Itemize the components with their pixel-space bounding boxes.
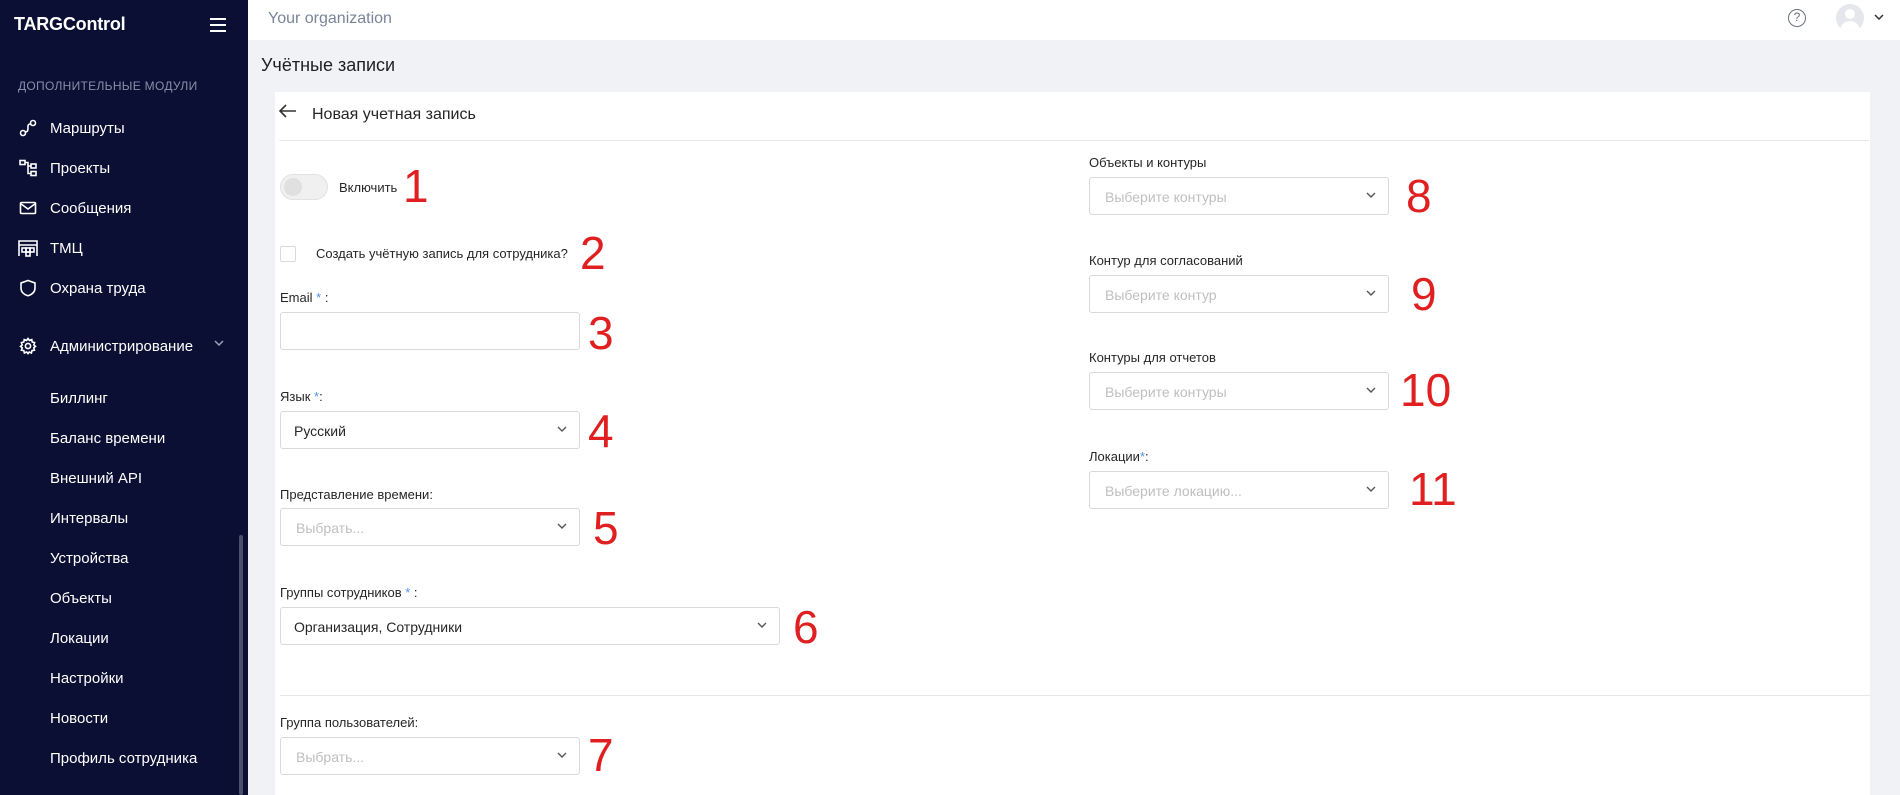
user-group-select[interactable]: Выбрать... [280, 737, 580, 775]
employee-groups-select[interactable]: Организация, Сотрудники [280, 607, 780, 645]
chevron-down-icon [557, 523, 567, 529]
sidebar-subitem-locations[interactable]: Локации [50, 627, 109, 651]
sidebar-subitem-time-balance[interactable]: Баланс времени [50, 427, 165, 451]
locations-select[interactable]: Выберите локацию... [1089, 471, 1389, 509]
approval-contour-label: Контур для согласований [1089, 253, 1243, 268]
hamburger-menu-icon[interactable] [210, 18, 226, 32]
annotation-number: 10 [1400, 364, 1452, 416]
avatar[interactable] [1836, 4, 1864, 32]
enable-toggle[interactable] [280, 174, 328, 200]
chevron-down-icon[interactable] [214, 340, 224, 346]
envelope-icon [18, 198, 38, 218]
report-contours-select[interactable]: Выберите контуры [1089, 372, 1389, 410]
email-field[interactable] [280, 312, 580, 350]
chevron-down-icon [1366, 486, 1376, 492]
sidebar-scrollbar[interactable] [239, 535, 243, 795]
back-arrow-icon[interactable] [279, 104, 297, 118]
sidebar-item-messages[interactable]: Сообщения [18, 194, 228, 222]
chevron-down-icon [1366, 387, 1376, 393]
help-icon[interactable]: ? [1788, 9, 1806, 27]
sidebar-subitem-external-api[interactable]: Внешний API [50, 467, 142, 491]
annotation-number: 7 [588, 729, 614, 781]
annotation-number: 4 [588, 405, 614, 457]
sidebar-subitem-news[interactable]: Новости [50, 707, 108, 731]
sidebar-subitem-objects[interactable]: Объекты [50, 587, 112, 611]
objects-select[interactable]: Выберите контуры [1089, 177, 1389, 215]
employee-account-checkbox-label: Создать учётную запись для сотрудника? [316, 246, 568, 261]
sidebar-item-label: Охрана труда [50, 279, 146, 297]
sidebar-subitem-devices[interactable]: Устройства [50, 547, 128, 571]
email-label: Email * : [280, 290, 329, 305]
chevron-down-icon [557, 426, 567, 432]
language-select-value: Русский [294, 423, 346, 439]
sidebar-item-label: ТМЦ [50, 239, 83, 257]
sidebar-subitem-settings[interactable]: Настройки [50, 667, 124, 691]
chevron-down-icon [1366, 192, 1376, 198]
objects-placeholder: Выберите контуры [1105, 189, 1227, 205]
enable-toggle-label: Включить [339, 180, 398, 195]
warehouse-icon [18, 238, 38, 258]
form-title: Новая учетная запись [312, 106, 476, 123]
user-group-label: Группа пользователей: [280, 715, 419, 730]
route-icon [18, 118, 38, 138]
sidebar-item-label: Проекты [50, 159, 111, 177]
language-label: Язык *: [280, 389, 323, 404]
sidebar-item-administration[interactable]: Администрирование [18, 332, 228, 360]
sidebar-subitem-employee-profile[interactable]: Профиль сотрудника [50, 747, 197, 771]
sidebar-item-projects[interactable]: Проекты [18, 154, 228, 182]
user-group-placeholder: Выбрать... [296, 749, 365, 765]
sidebar-item-tmc[interactable]: ТМЦ [18, 234, 228, 262]
time-format-placeholder: Выбрать... [296, 520, 365, 536]
annotation-number: 5 [593, 502, 619, 554]
annotation-number: 11 [1409, 463, 1457, 515]
time-format-select[interactable]: Выбрать... [280, 508, 580, 546]
sidebar-item-labor-safety[interactable]: Охрана труда [18, 274, 228, 302]
annotation-number: 3 [588, 307, 614, 359]
report-contours-label: Контуры для отчетов [1089, 350, 1216, 365]
sidebar-item-routes[interactable]: Маршруты [18, 114, 228, 142]
report-contours-placeholder: Выберите контуры [1105, 384, 1227, 400]
annotation-number: 2 [580, 227, 606, 279]
employee-account-checkbox[interactable] [280, 246, 296, 262]
sidebar: TARGControl ДОПОЛНИТЕЛЬНЫЕ МОДУЛИ Маршру… [0, 0, 248, 795]
chevron-down-icon [1366, 290, 1376, 296]
annotation-number: 1 [403, 160, 429, 212]
locations-label: Локации*: [1089, 449, 1149, 464]
annotation-number: 9 [1411, 268, 1437, 320]
annotation-number: 6 [793, 601, 819, 653]
chevron-down-icon[interactable] [1874, 14, 1884, 20]
employee-groups-value: Организация, Сотрудники [294, 619, 463, 635]
sidebar-item-label: Сообщения [50, 199, 132, 217]
sidebar-section-label: ДОПОЛНИТЕЛЬНЫЕ МОДУЛИ [18, 79, 198, 93]
locations-placeholder: Выберите локацию... [1105, 483, 1242, 499]
shield-icon [18, 278, 38, 298]
sidebar-item-label: Администрирование [50, 337, 194, 355]
chevron-down-icon [557, 752, 567, 758]
chevron-down-icon [757, 622, 767, 628]
employee-groups-label: Группы сотрудников * : [280, 585, 418, 600]
gear-icon [18, 336, 38, 356]
page-title: Учётные записи [261, 55, 396, 75]
sidebar-item-label: Маршруты [50, 119, 125, 137]
time-format-label: Представление времени: [280, 487, 433, 502]
project-tree-icon [18, 158, 38, 178]
divider [280, 695, 1870, 696]
language-select[interactable]: Русский [280, 411, 580, 449]
sidebar-subitem-billing[interactable]: Биллинг [50, 387, 108, 411]
annotation-number: 8 [1406, 170, 1432, 222]
divider [279, 140, 1869, 141]
sidebar-subitem-intervals[interactable]: Интервалы [50, 507, 128, 531]
top-header: Your organization ? [248, 0, 1900, 40]
app-logo[interactable]: TARGControl [14, 14, 126, 35]
objects-label: Объекты и контуры [1089, 155, 1207, 170]
organization-name[interactable]: Your organization [268, 10, 392, 28]
approval-contour-placeholder: Выберите контур [1105, 287, 1217, 303]
approval-contour-select[interactable]: Выберите контур [1089, 275, 1389, 313]
